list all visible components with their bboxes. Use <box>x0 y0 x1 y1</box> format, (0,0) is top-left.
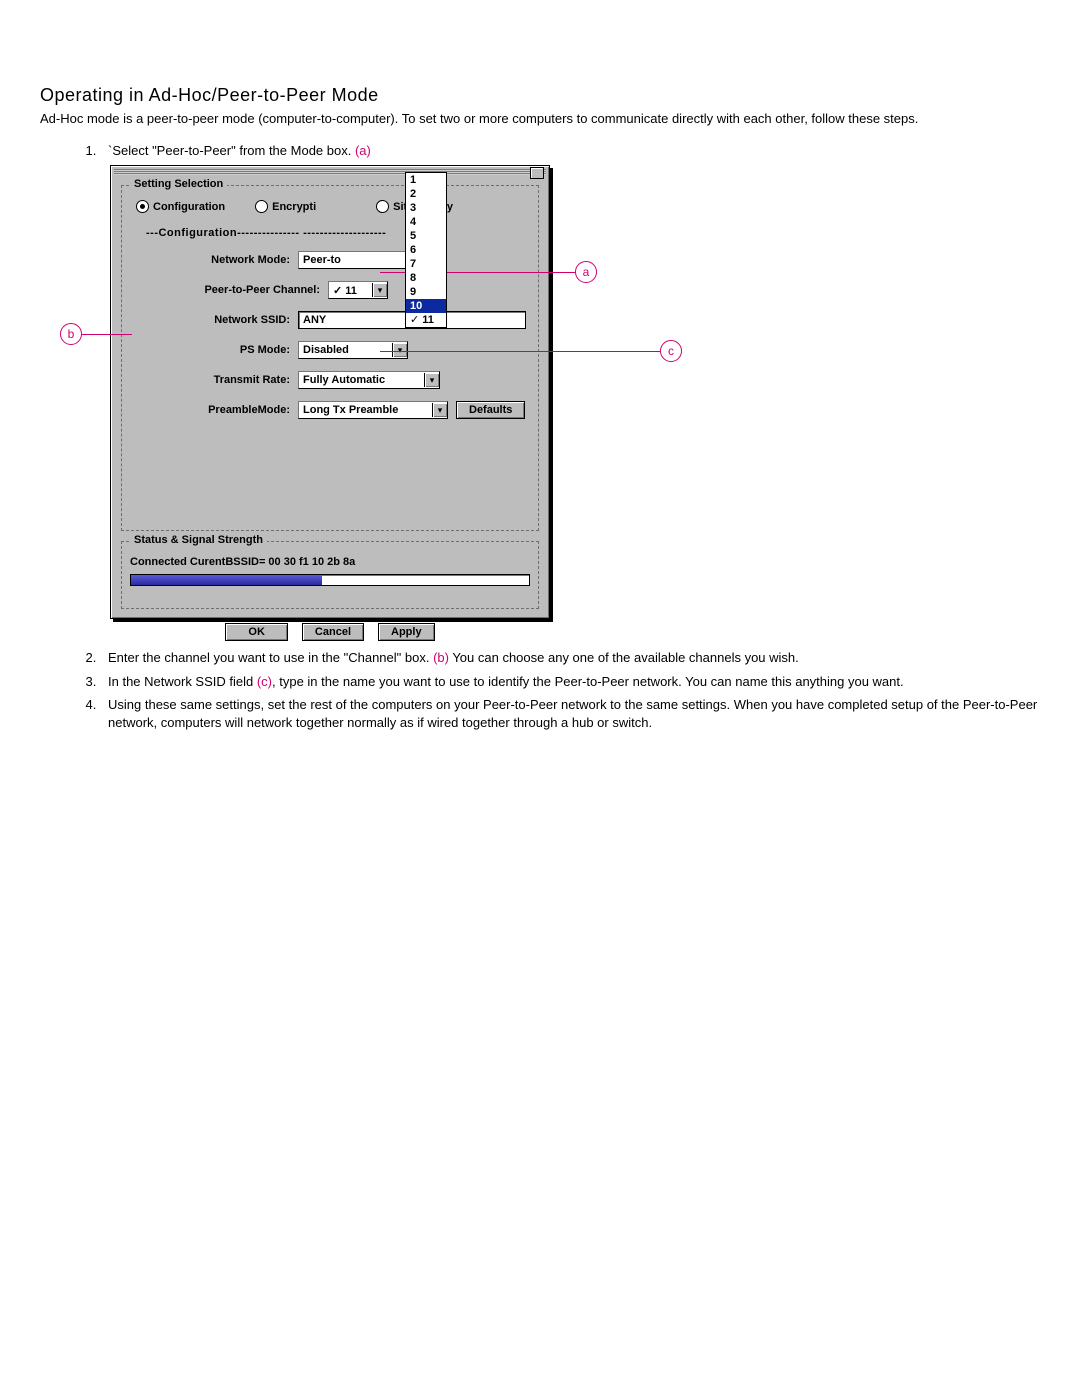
dialog-titlebar[interactable] <box>114 169 546 175</box>
dropdown-opt-3[interactable]: 3 <box>406 201 446 215</box>
dropdown-opt-8[interactable]: 8 <box>406 271 446 285</box>
callout-a: a <box>575 261 597 283</box>
step-1-ref: (a) <box>355 143 371 158</box>
tab-radio-row: Configuration Encrypti Site Survey <box>130 200 530 213</box>
dropdown-opt-1[interactable]: 1 <box>406 173 446 187</box>
network-mode-value: Peer-to <box>299 254 345 266</box>
defaults-button[interactable]: Defaults <box>456 401 525 419</box>
field-ssid: Network SSID: ANY <box>130 311 530 329</box>
intro-text: Ad-Hoc mode is a peer-to-peer mode (comp… <box>40 110 1040 128</box>
steps-list-cont: Enter the channel you want to use in the… <box>40 649 1040 731</box>
chevron-updown-icon[interactable]: ▾ <box>424 373 439 387</box>
preamble-select[interactable]: Long Tx Preamble ▾ <box>298 401 448 419</box>
callout-c: c <box>660 340 682 362</box>
label-tx-rate: Transmit Rate: <box>130 374 298 386</box>
mode-dropdown-list[interactable]: 1 2 3 4 5 6 7 8 9 10 11 <box>405 172 447 328</box>
step-3-pre: In the Network SSID field <box>108 674 257 689</box>
step-4: Using these same settings, set the rest … <box>100 696 1040 731</box>
dropdown-opt-11[interactable]: 11 <box>406 313 446 327</box>
dropdown-opt-6[interactable]: 6 <box>406 243 446 257</box>
chevron-updown-icon[interactable]: ▾ <box>432 403 447 417</box>
step-3-ref: (c) <box>257 674 272 689</box>
dialog-buttons: OK Cancel Apply <box>111 623 549 641</box>
cancel-button[interactable]: Cancel <box>302 623 364 641</box>
page-title: Operating in Ad-Hoc/Peer-to-Peer Mode <box>40 85 1040 106</box>
radio-encryption[interactable]: Encrypti <box>255 200 316 213</box>
drag-handle-icon[interactable] <box>530 167 544 179</box>
field-ps-mode: PS Mode: Disabled ▾ <box>130 341 530 359</box>
setting-selection-title: Setting Selection <box>130 178 227 190</box>
radio-configuration[interactable]: Configuration <box>136 200 225 213</box>
step-2-post: You can choose any one of the available … <box>449 650 799 665</box>
status-text: Connected CurentBSSID= 00 30 f1 10 2b 8a <box>130 556 530 568</box>
ok-button[interactable]: OK <box>225 623 288 641</box>
radio-configuration-label: Configuration <box>153 201 225 213</box>
radio-dot-icon <box>376 200 389 213</box>
p2p-channel-value: ✓ 11 <box>329 284 361 297</box>
label-ps-mode: PS Mode: <box>130 344 298 356</box>
dropdown-opt-7[interactable]: 7 <box>406 257 446 271</box>
p2p-channel-select[interactable]: ✓ 11 ▾ <box>328 281 388 299</box>
tx-rate-select[interactable]: Fully Automatic ▾ <box>298 371 440 389</box>
label-network-mode: Network Mode: <box>130 254 298 266</box>
radio-dot-icon <box>255 200 268 213</box>
radio-dot-icon <box>136 200 149 213</box>
callout-b-line <box>82 334 132 335</box>
step-3: In the Network SSID field (c), type in t… <box>100 673 1040 691</box>
ps-mode-value: Disabled <box>299 344 353 356</box>
dropdown-opt-4[interactable]: 4 <box>406 215 446 229</box>
tx-rate-value: Fully Automatic <box>299 374 389 386</box>
label-p2p-channel: Peer-to-Peer Channel: <box>130 284 328 296</box>
settings-dialog: 1 2 3 4 5 6 7 8 9 10 11 Setting Selectio… <box>110 165 550 619</box>
step-1: `Select "Peer-to-Peer" from the Mode box… <box>100 142 1040 160</box>
signal-strength-fill <box>131 575 322 585</box>
field-p2p-channel: Peer-to-Peer Channel: ✓ 11 ▾ <box>130 281 530 299</box>
dropdown-opt-2[interactable]: 2 <box>406 187 446 201</box>
dropdown-opt-9[interactable]: 9 <box>406 285 446 299</box>
field-tx-rate: Transmit Rate: Fully Automatic ▾ <box>130 371 530 389</box>
callout-b: b <box>60 323 82 345</box>
step-3-post: , type in the name you want to use to id… <box>272 674 904 689</box>
field-network-mode: Network Mode: Peer-to ▾ <box>130 251 530 269</box>
ps-mode-select[interactable]: Disabled ▾ <box>298 341 408 359</box>
signal-strength-bar <box>130 574 530 586</box>
dropdown-opt-10[interactable]: 10 <box>406 299 446 313</box>
chevron-updown-icon[interactable]: ▾ <box>372 283 387 297</box>
configuration-separator: ---Configuration--------------- --------… <box>130 227 530 239</box>
status-title: Status & Signal Strength <box>130 534 267 546</box>
step-1-text: `Select "Peer-to-Peer" from the Mode box… <box>108 143 355 158</box>
setting-selection-group: Setting Selection Configuration Encrypti… <box>121 185 539 531</box>
callout-c-line <box>380 351 660 352</box>
label-preamble: PreambleMode: <box>130 404 298 416</box>
field-preamble: PreambleMode: Long Tx Preamble ▾ Default… <box>130 401 530 419</box>
radio-encryption-label: Encrypti <box>272 201 316 213</box>
label-ssid: Network SSID: <box>130 314 298 326</box>
step-2-pre: Enter the channel you want to use in the… <box>108 650 433 665</box>
figure: a b c 1 2 3 4 5 6 7 8 9 10 11 <box>40 165 1040 635</box>
steps-list: `Select "Peer-to-Peer" from the Mode box… <box>40 142 1040 160</box>
status-group: Status & Signal Strength Connected Curen… <box>121 541 539 609</box>
ssid-value: ANY <box>303 314 326 326</box>
step-2: Enter the channel you want to use in the… <box>100 649 1040 667</box>
step-2-ref: (b) <box>433 650 449 665</box>
dropdown-opt-5[interactable]: 5 <box>406 229 446 243</box>
apply-button[interactable]: Apply <box>378 623 435 641</box>
chevron-updown-icon[interactable]: ▾ <box>392 343 407 357</box>
preamble-value: Long Tx Preamble <box>299 404 402 416</box>
